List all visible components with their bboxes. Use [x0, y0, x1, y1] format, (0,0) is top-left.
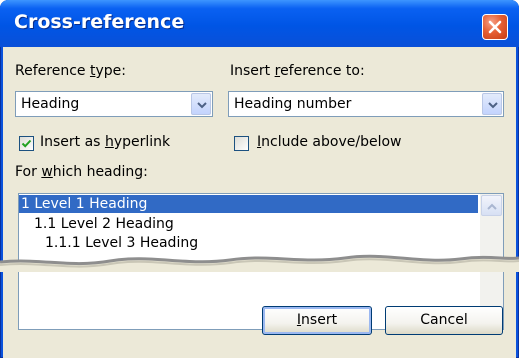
insert-as-hyperlink-checkbox[interactable] — [19, 136, 34, 151]
reference-type-value: Heading — [21, 96, 80, 112]
chevron-up-icon — [487, 203, 497, 210]
chevron-down-icon — [488, 102, 498, 109]
insert-reference-to-dropdown[interactable]: Heading number — [228, 91, 504, 117]
torn-edge-decoration — [0, 254, 519, 272]
title-bar[interactable]: Cross-reference — [0, 0, 519, 47]
reference-type-label: Reference type: — [15, 63, 126, 79]
close-button[interactable] — [482, 14, 508, 40]
include-above-below-label[interactable]: Include above/below — [257, 134, 401, 150]
insert-reference-to-value: Heading number — [234, 96, 352, 112]
include-above-below-checkbox[interactable] — [234, 136, 249, 151]
close-icon — [488, 20, 502, 34]
for-which-heading-label: For which heading: — [15, 164, 148, 180]
cancel-button[interactable]: Cancel — [385, 306, 503, 335]
insert-reference-to-dropdown-button[interactable] — [482, 93, 502, 115]
list-item[interactable]: 1 Level 1 Heading — [19, 195, 478, 213]
dialog-title: Cross-reference — [14, 11, 185, 33]
insert-button[interactable]: Insert — [262, 306, 372, 335]
reference-type-dropdown-button[interactable] — [191, 93, 211, 115]
insert-as-hyperlink-label[interactable]: Insert as hyperlink — [40, 134, 170, 150]
chevron-down-icon — [197, 102, 207, 109]
checkmark-icon — [21, 139, 32, 148]
reference-type-dropdown[interactable]: Heading — [15, 91, 213, 117]
scroll-up-button[interactable] — [481, 195, 502, 216]
cross-reference-dialog: Cross-reference Reference type: Heading … — [0, 0, 519, 358]
insert-reference-to-label: Insert reference to: — [230, 63, 365, 79]
